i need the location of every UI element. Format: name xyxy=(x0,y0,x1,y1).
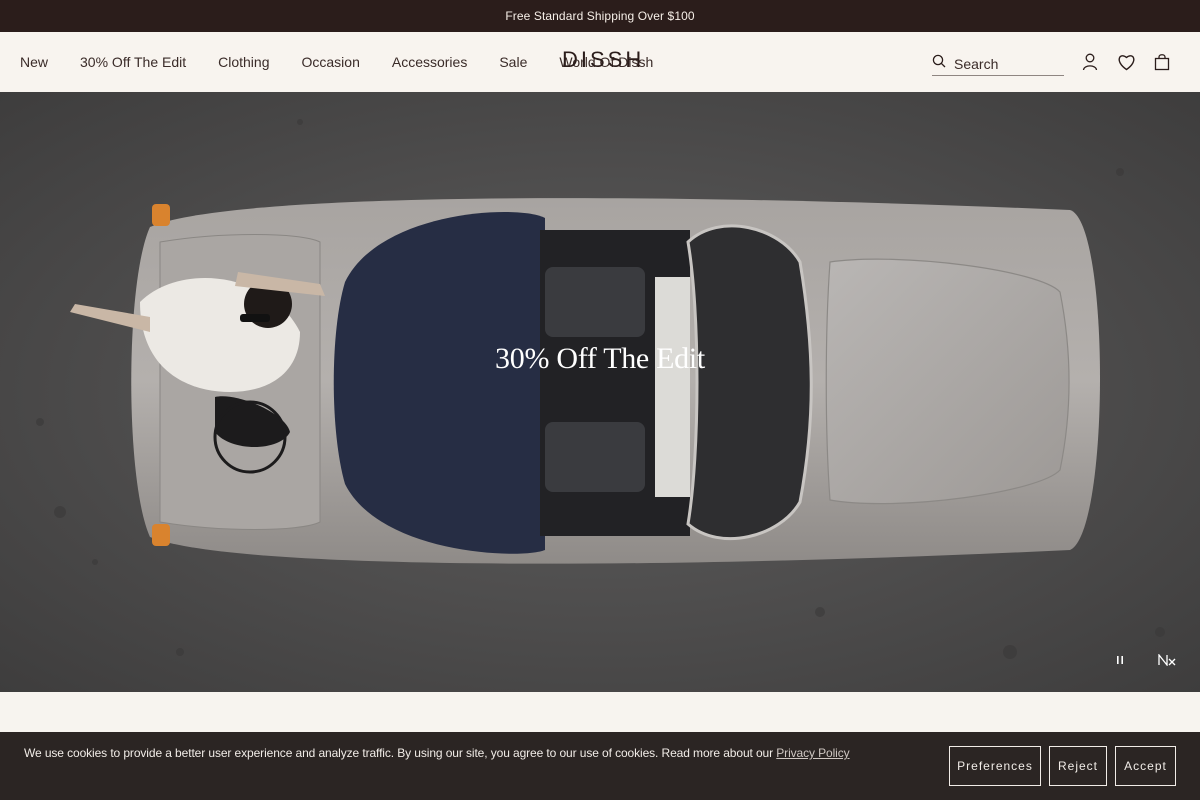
search-field[interactable] xyxy=(932,52,1064,76)
pause-icon[interactable] xyxy=(1108,650,1132,670)
search-icon[interactable] xyxy=(932,54,946,73)
search-input[interactable] xyxy=(954,55,1054,72)
shopping-bag-icon[interactable] xyxy=(1151,51,1173,73)
hero-title[interactable]: 30% Off The Edit xyxy=(0,342,1200,376)
wishlist-heart-icon[interactable] xyxy=(1115,51,1137,73)
hero-image xyxy=(36,119,1165,659)
account-icon[interactable] xyxy=(1079,51,1101,73)
cookie-preferences-button[interactable]: Preferences xyxy=(949,746,1041,786)
cookie-banner: We use cookies to provide a better user … xyxy=(0,732,1200,800)
brand-logo[interactable]: DISSH xyxy=(562,47,644,73)
nav-item-accessories[interactable]: Accessories xyxy=(392,54,467,70)
main-nav: New 30% Off The Edit Clothing Occasion A… xyxy=(20,32,653,92)
nav-item-clothing[interactable]: Clothing xyxy=(218,54,269,70)
cookie-message: We use cookies to provide a better user … xyxy=(24,746,850,760)
site-header: New 30% Off The Edit Clothing Occasion A… xyxy=(0,32,1200,92)
cookie-reject-button[interactable]: Reject xyxy=(1049,746,1107,786)
privacy-policy-link[interactable]: Privacy Policy xyxy=(776,746,849,760)
cookie-accept-button[interactable]: Accept xyxy=(1115,746,1176,786)
announcement-text: Free Standard Shipping Over $100 xyxy=(505,9,695,23)
nav-item-sale[interactable]: Sale xyxy=(499,54,527,70)
nav-item-30-off-the-edit[interactable]: 30% Off The Edit xyxy=(80,54,186,70)
cookie-text: We use cookies to provide a better user … xyxy=(24,746,777,760)
announcement-bar: Free Standard Shipping Over $100 xyxy=(0,0,1200,32)
mute-icon[interactable] xyxy=(1155,650,1179,670)
nav-item-new[interactable]: New xyxy=(20,54,48,70)
hero-banner[interactable]: 30% Off The Edit xyxy=(0,92,1200,692)
nav-item-occasion[interactable]: Occasion xyxy=(302,54,360,70)
